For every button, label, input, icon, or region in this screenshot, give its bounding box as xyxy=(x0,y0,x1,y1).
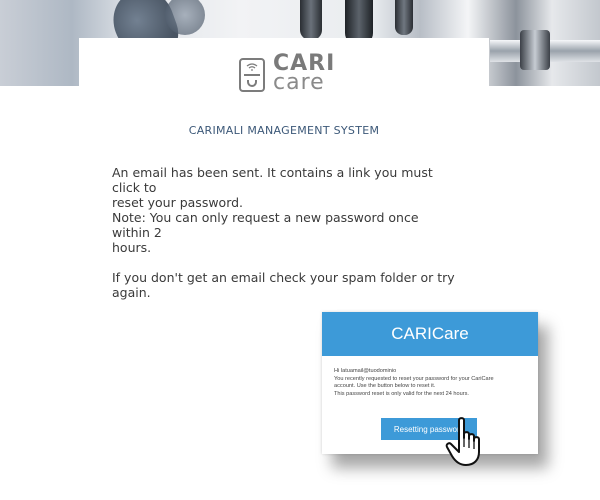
machine-bar xyxy=(244,74,260,76)
message-line: An email has been sent. It contains a li… xyxy=(112,165,433,195)
message-line: Note: You can only request a new passwor… xyxy=(112,210,419,240)
logo-wordmark: CARI care xyxy=(273,53,335,94)
cup-shape xyxy=(247,80,257,87)
caricare-logo: CARI care xyxy=(239,53,339,100)
message-line: If you don't get an email check your spa… xyxy=(112,270,455,285)
email-greeting: Hi latuamail@tuodominio xyxy=(334,368,397,374)
coffee-machine-wifi-icon xyxy=(239,58,265,92)
message-line: again. xyxy=(112,285,151,300)
machine-tap-shape xyxy=(395,0,413,35)
machine-tap-shape xyxy=(300,0,322,40)
email-body-line: You recently requested to reset your pas… xyxy=(334,375,494,382)
reset-confirmation-card: CARI care CARIMALI MANAGEMENT SYSTEM An … xyxy=(79,38,489,338)
plant-shape xyxy=(165,0,205,35)
message-line: hours. xyxy=(112,240,152,255)
system-title: CARIMALI MANAGEMENT SYSTEM xyxy=(188,124,380,137)
email-header: CARICare xyxy=(322,312,538,356)
wifi-icon xyxy=(246,63,258,71)
confirmation-message: An email has been sent. It contains a li… xyxy=(112,165,457,300)
hand-pointer-icon xyxy=(445,417,480,466)
email-body-line: This password reset is only valid for th… xyxy=(334,390,469,397)
email-body-line: account. Use the button below to reset i… xyxy=(334,383,436,390)
message-line: reset your password. xyxy=(112,195,244,210)
email-body: Hi latuamail@tuodominio You recently req… xyxy=(334,368,530,398)
email-preview: CARICare Hi latuamail@tuodominio You rec… xyxy=(322,312,538,454)
machine-knob-shape xyxy=(520,30,550,70)
